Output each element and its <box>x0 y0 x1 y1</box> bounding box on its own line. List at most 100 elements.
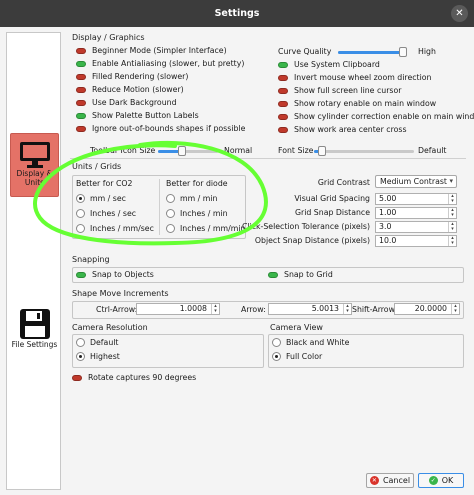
curve-quality-slider[interactable] <box>338 47 407 57</box>
divider <box>70 158 466 159</box>
toggle-indicator <box>278 87 288 94</box>
visual-grid-spacing-input[interactable]: 5.00 ▴ ▾ <box>375 193 457 205</box>
toggle-label: Show work area center cross <box>294 125 407 134</box>
shift-arrow-label: Shift-Arrow: <box>352 305 398 314</box>
settings-window: Display & Units File Settings Display / … <box>0 27 474 495</box>
toggle-indicator <box>278 126 288 133</box>
radio-label: Full Color <box>286 352 323 361</box>
diode-title: Better for diode <box>166 179 228 188</box>
toggle-label: Use System Clipboard <box>294 60 380 69</box>
curve-quality-value: High <box>418 47 436 56</box>
button-label: OK <box>441 476 454 485</box>
radio-mm-min[interactable]: mm / min <box>166 194 217 203</box>
toggle-label: Invert mouse wheel zoom direction <box>294 73 432 82</box>
slider-fill <box>338 51 403 54</box>
ctrl-arrow-label: Ctrl-Arrow: <box>96 305 138 314</box>
sidebar: Display & Units File Settings <box>6 32 61 490</box>
field-value: 5.0013 <box>311 304 339 313</box>
field-value: 20.0000 <box>414 304 447 313</box>
snap-to-objects-toggle[interactable]: Snap to Objects <box>76 270 154 279</box>
slider-handle[interactable] <box>178 146 186 156</box>
snapping-section-title: Snapping <box>72 255 110 264</box>
grid-snap-distance-input[interactable]: 1.00 ▴ ▾ <box>375 207 457 219</box>
toggle-indicator <box>76 99 86 106</box>
close-button[interactable]: ✕ <box>451 5 468 22</box>
sidebar-item-label: File Settings <box>11 340 58 349</box>
slider-handle[interactable] <box>318 146 326 156</box>
spin-arrows-icon[interactable]: ▴ ▾ <box>448 236 456 246</box>
font-size-label: Font Size <box>278 146 314 155</box>
ok-button[interactable]: ✓ OK <box>418 473 464 488</box>
field-value: 1.0008 <box>179 304 207 313</box>
radio-label: mm / sec <box>90 194 126 203</box>
button-label: Cancel <box>382 476 411 485</box>
radio-label: Highest <box>90 352 120 361</box>
palette-labels-toggle[interactable]: Show Palette Button Labels <box>76 111 199 120</box>
spin-arrows-icon[interactable]: ▴ ▾ <box>451 304 459 314</box>
spin-arrows-icon[interactable]: ▴ ▾ <box>211 304 219 314</box>
ctrl-arrow-input[interactable]: 1.0008 ▴ ▾ <box>136 303 220 315</box>
sidebar-item-display-units[interactable]: Display & Units <box>10 133 59 197</box>
radio-mm-sec[interactable]: mm / sec <box>76 194 126 203</box>
camera-view-title: Camera View <box>270 323 323 332</box>
radio-inches-mm-sec[interactable]: Inches / mm/sec <box>76 224 154 233</box>
object-snap-distance-input[interactable]: 10.0 ▴ ▾ <box>375 235 457 247</box>
radio-resolution-highest[interactable]: Highest <box>76 352 120 361</box>
radio-indicator <box>76 338 85 347</box>
dark-background-toggle[interactable]: Use Dark Background <box>76 98 177 107</box>
radio-label: Black and White <box>286 338 350 347</box>
radio-view-black-white[interactable]: Black and White <box>272 338 349 347</box>
toggle-indicator <box>76 60 86 67</box>
grid-contrast-select[interactable]: Medium Contrast ▾ <box>375 175 457 188</box>
center-cross-toggle[interactable]: Show work area center cross <box>278 125 407 134</box>
units-section-title: Units / Grids <box>72 162 122 171</box>
toggle-label: Rotate captures 90 degrees <box>88 373 197 382</box>
antialiasing-toggle[interactable]: Enable Antialiasing (slower, but pretty) <box>76 59 244 68</box>
radio-view-full-color[interactable]: Full Color <box>272 352 322 361</box>
field-value: 5.00 <box>379 194 397 203</box>
font-size-value: Default <box>418 146 447 155</box>
radio-indicator <box>76 209 85 218</box>
rotate-captures-toggle[interactable]: Rotate captures 90 degrees <box>72 373 196 382</box>
beginner-mode-toggle[interactable]: Beginner Mode (Simpler Interface) <box>76 46 227 55</box>
toolbar-icon-size-value: Normal <box>224 146 253 155</box>
font-size-slider[interactable] <box>314 146 414 156</box>
arrow-input[interactable]: 5.0013 ▴ ▾ <box>268 303 352 315</box>
camera-resolution-title: Camera Resolution <box>72 323 148 332</box>
toggle-label: Reduce Motion (slower) <box>92 85 184 94</box>
floppy-disk-icon <box>19 309 50 339</box>
window-title: Settings <box>214 8 260 19</box>
system-clipboard-toggle[interactable]: Use System Clipboard <box>278 60 380 69</box>
shift-arrow-input[interactable]: 20.0000 ▴ ▾ <box>394 303 460 315</box>
ignore-out-of-bounds-toggle[interactable]: Ignore out-of-bounds shapes if possible <box>76 124 245 133</box>
toggle-indicator <box>76 125 86 132</box>
snap-to-grid-toggle[interactable]: Snap to Grid <box>268 270 333 279</box>
radio-indicator <box>76 224 85 233</box>
cancel-icon: ✕ <box>369 476 379 485</box>
invert-zoom-toggle[interactable]: Invert mouse wheel zoom direction <box>278 73 431 82</box>
radio-resolution-default[interactable]: Default <box>76 338 119 347</box>
reduce-motion-toggle[interactable]: Reduce Motion (slower) <box>76 85 184 94</box>
toggle-label: Show full screen line cursor <box>294 86 402 95</box>
line-cursor-toggle[interactable]: Show full screen line cursor <box>278 86 401 95</box>
co2-title: Better for CO2 <box>76 179 133 188</box>
spin-arrows-icon[interactable]: ▴ ▾ <box>448 208 456 218</box>
spin-arrows-icon[interactable]: ▴ ▾ <box>448 194 456 204</box>
click-selection-tolerance-input[interactable]: 3.0 ▴ ▾ <box>375 221 457 233</box>
cancel-button[interactable]: ✕ Cancel <box>366 473 414 488</box>
spin-arrows-icon[interactable]: ▴ ▾ <box>343 304 351 314</box>
grid-contrast-label: Grid Contrast <box>317 178 370 187</box>
slider-handle[interactable] <box>398 47 407 57</box>
curve-quality-label: Curve Quality <box>278 47 332 56</box>
filled-rendering-toggle[interactable]: Filled Rendering (slower) <box>76 72 188 81</box>
cylinder-correction-toggle[interactable]: Show cylinder correction enable on main … <box>278 112 474 121</box>
radio-label: mm / min <box>180 194 218 203</box>
radio-inches-sec[interactable]: Inches / sec <box>76 209 136 218</box>
toolbar-icon-size-slider[interactable] <box>158 146 218 156</box>
toggle-indicator <box>278 113 288 120</box>
toggle-label: Show cylinder correction enable on main … <box>294 112 474 121</box>
divider <box>159 179 160 235</box>
sidebar-item-file-settings[interactable]: File Settings <box>10 301 59 363</box>
spin-arrows-icon[interactable]: ▴ ▾ <box>448 222 456 232</box>
rotary-enable-toggle[interactable]: Show rotary enable on main window <box>278 99 436 108</box>
